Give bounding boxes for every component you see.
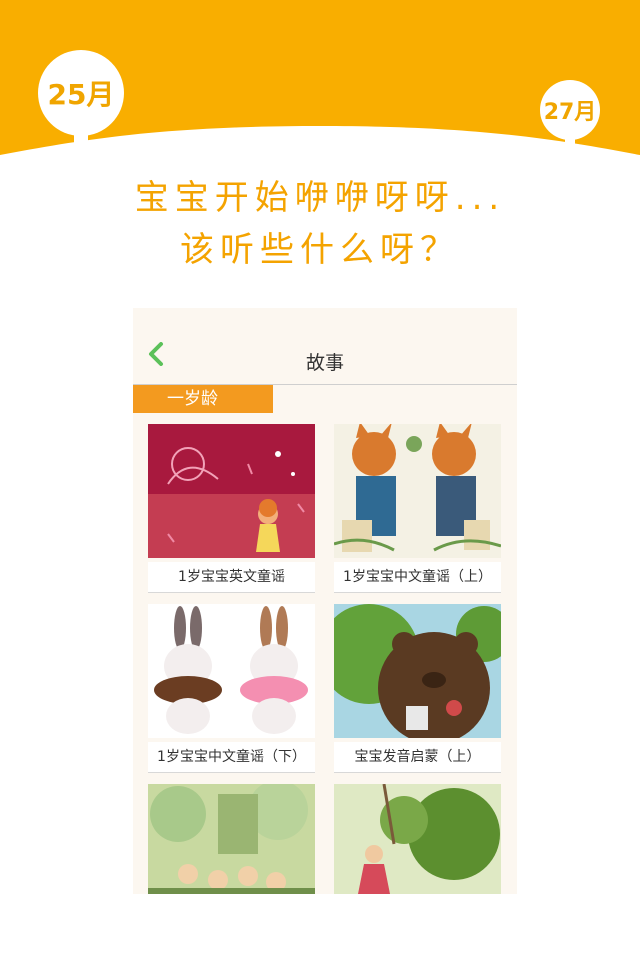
bear-illustration xyxy=(319,604,512,744)
forest-children-illustration xyxy=(148,780,315,894)
month-marker-25[interactable]: 25月 xyxy=(38,50,124,158)
rabbits-donuts-illustration xyxy=(148,604,315,738)
girl-illustration xyxy=(148,424,315,558)
headline-line-2: 该听些什么呀？ xyxy=(180,230,460,270)
girl-tree-illustration xyxy=(334,783,501,894)
app-screen: 故事 一岁龄 1岁宝宝英文童谣 1岁宝宝中文童谣（上） 1岁宝宝中文童谣（下） … xyxy=(133,308,517,894)
story-card-title: 宝宝发音启蒙（上） xyxy=(334,742,501,773)
story-card-english-rhymes[interactable]: 1岁宝宝英文童谣 xyxy=(148,424,315,593)
story-card-pronunciation-1[interactable]: 宝宝发音启蒙（上） xyxy=(319,604,512,773)
headline-line-1: 宝宝开始咿咿呀呀... xyxy=(134,178,506,218)
age-tab[interactable]: 一岁龄 xyxy=(133,385,273,413)
story-card-chinese-rhymes-1[interactable]: 1岁宝宝中文童谣（上） xyxy=(333,422,502,593)
story-card-5[interactable] xyxy=(148,780,315,894)
foxes-illustration xyxy=(333,422,502,558)
month-marker-27[interactable]: 27月 xyxy=(540,80,600,154)
story-card-6[interactable] xyxy=(334,783,501,894)
story-card-title: 1岁宝宝中文童谣（下） xyxy=(148,742,315,773)
story-card-title: 1岁宝宝中文童谣（上） xyxy=(334,562,501,593)
nav-bar: 故事 xyxy=(133,308,517,385)
month-label-25: 25月 xyxy=(38,50,124,136)
story-card-chinese-rhymes-2[interactable]: 1岁宝宝中文童谣（下） xyxy=(148,604,315,773)
page-title: 故事 xyxy=(305,352,344,374)
story-card-title: 1岁宝宝英文童谣 xyxy=(148,562,315,593)
month-label-27: 27月 xyxy=(540,80,600,140)
